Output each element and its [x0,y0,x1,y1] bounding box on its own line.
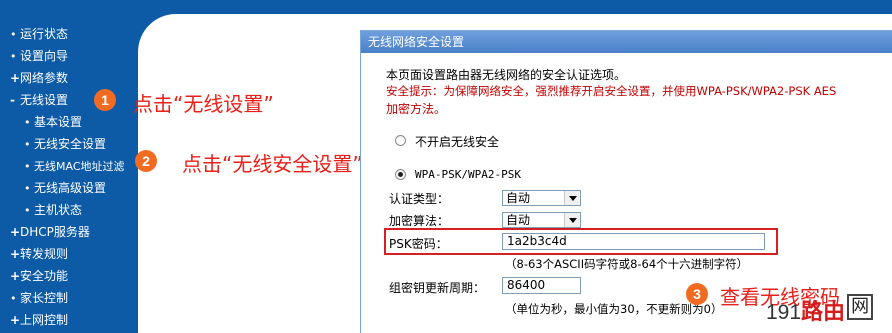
sidebar-item-label: 上网控制 [20,313,69,327]
sidebar-item-parental[interactable]: • 家长控制 [10,288,68,308]
auth-type-label: 认证类型： [389,192,450,206]
sidebar-item-label: 无线安全设置 [34,137,107,151]
option-off-label: 不开启无线安全 [415,135,500,149]
chevron-down-icon [564,213,580,227]
bullet-icon: • [24,204,31,217]
expand-icon: + [10,247,21,261]
encryption-select[interactable]: 自动 [502,212,581,228]
auth-type-value: 自动 [506,191,531,205]
sidebar-item-dhcp[interactable]: +DHCP服务器 [10,222,90,242]
psk-hint-text: （8-63个ASCII码字符或8-64个十六进制字符） [505,257,749,271]
top-strip [138,0,892,14]
sidebar-item-label: 无线MAC地址过滤 [34,160,125,173]
key-renew-label: 组密钥更新周期： [389,281,486,295]
watermark-text: 路由 [801,300,846,325]
warning-text-line1: 安全提示：为保障网络安全，强烈推荐开启安全设置，并使用WPA-PSK/WPA2-… [386,84,837,98]
auth-type-select[interactable]: 自动 [502,190,581,206]
warning-text-line2: 加密方法。 [386,102,447,116]
step-text-1: 点击“无线设置” [133,92,274,116]
step-badge-3: 3 [686,283,708,305]
expand-icon: + [10,269,21,283]
expand-icon: + [10,71,21,85]
psk-password-input[interactable]: 1a2b3c4d [502,233,765,250]
sidebar-item-access-control[interactable]: +上网控制 [10,310,68,330]
psk-label: PSK密码： [389,237,448,251]
sidebar-item-host-status[interactable]: • 主机状态 [24,200,82,220]
sidebar-item-label: DHCP服务器 [20,225,90,239]
bullet-icon: • [24,138,31,151]
sidebar-item-label: 转发规则 [20,247,69,261]
expand-icon: + [10,313,21,327]
watermark-logo-icon: 网 [847,294,874,320]
sidebar-item-label: 网络参数 [20,71,69,85]
watermark-number: 191 [766,301,802,324]
sidebar-item-label: 家长控制 [20,291,69,305]
sidebar-item-wireless-security[interactable]: • 无线安全设置 [24,134,106,154]
sidebar-item-label: 主机状态 [34,203,83,217]
intro-text: 本页面设置路由器无线网络的安全认证选项。 [386,68,627,82]
sidebar-item-basic[interactable]: • 基本设置 [24,112,82,132]
encryption-value: 自动 [506,213,531,227]
sidebar-item-forwarding[interactable]: +转发规则 [10,244,68,264]
bullet-icon: • [10,50,17,63]
bullet-icon: • [24,160,31,173]
chevron-down-icon [564,191,580,205]
sidebar-item-status[interactable]: • 运行状态 [10,24,68,44]
sidebar-item-advanced[interactable]: • 无线高级设置 [24,178,106,198]
bullet-icon: • [24,182,31,195]
expand-icon: + [10,225,21,239]
sidebar-item-wireless[interactable]: - 无线设置 [10,90,68,110]
bullet-icon: • [24,116,31,129]
option-wpa-label: WPA-PSK/WPA2-PSK [415,168,521,181]
sidebar-item-label: 运行状态 [20,27,69,41]
radio-wpa-psk[interactable] [395,169,406,180]
sidebar-item-label: 基本设置 [34,115,83,129]
encryption-label: 加密算法： [389,214,450,228]
sidebar-item-label: 安全功能 [20,269,69,283]
step-text-2: 点击“无线安全设置” [182,152,363,176]
bullet-icon: • [10,28,17,41]
sidebar-item-wizard[interactable]: • 设置向导 [10,46,68,66]
sidebar-item-label: 无线高级设置 [34,181,107,195]
sidebar-item-mac-filter[interactable]: • 无线MAC地址过滤 [24,156,125,176]
sidebar-item-network[interactable]: +网络参数 [10,68,68,88]
key-renew-input[interactable]: 86400 [502,277,581,294]
radio-security-off[interactable] [395,135,406,146]
collapse-icon: - [10,93,15,107]
panel-title: 无线网络安全设置 [361,31,892,53]
step-badge-1: 1 [94,89,116,111]
sidebar-item-label: 无线设置 [20,93,69,107]
bullet-icon: • [10,292,17,305]
site-watermark: 191路由网 [766,294,874,328]
renew-hint-text: （单位为秒，最小值为30，不更新则为0） [505,302,723,316]
sidebar-item-security[interactable]: +安全功能 [10,266,68,286]
step-badge-2: 2 [135,150,157,172]
sidebar-item-label: 设置向导 [20,49,69,63]
